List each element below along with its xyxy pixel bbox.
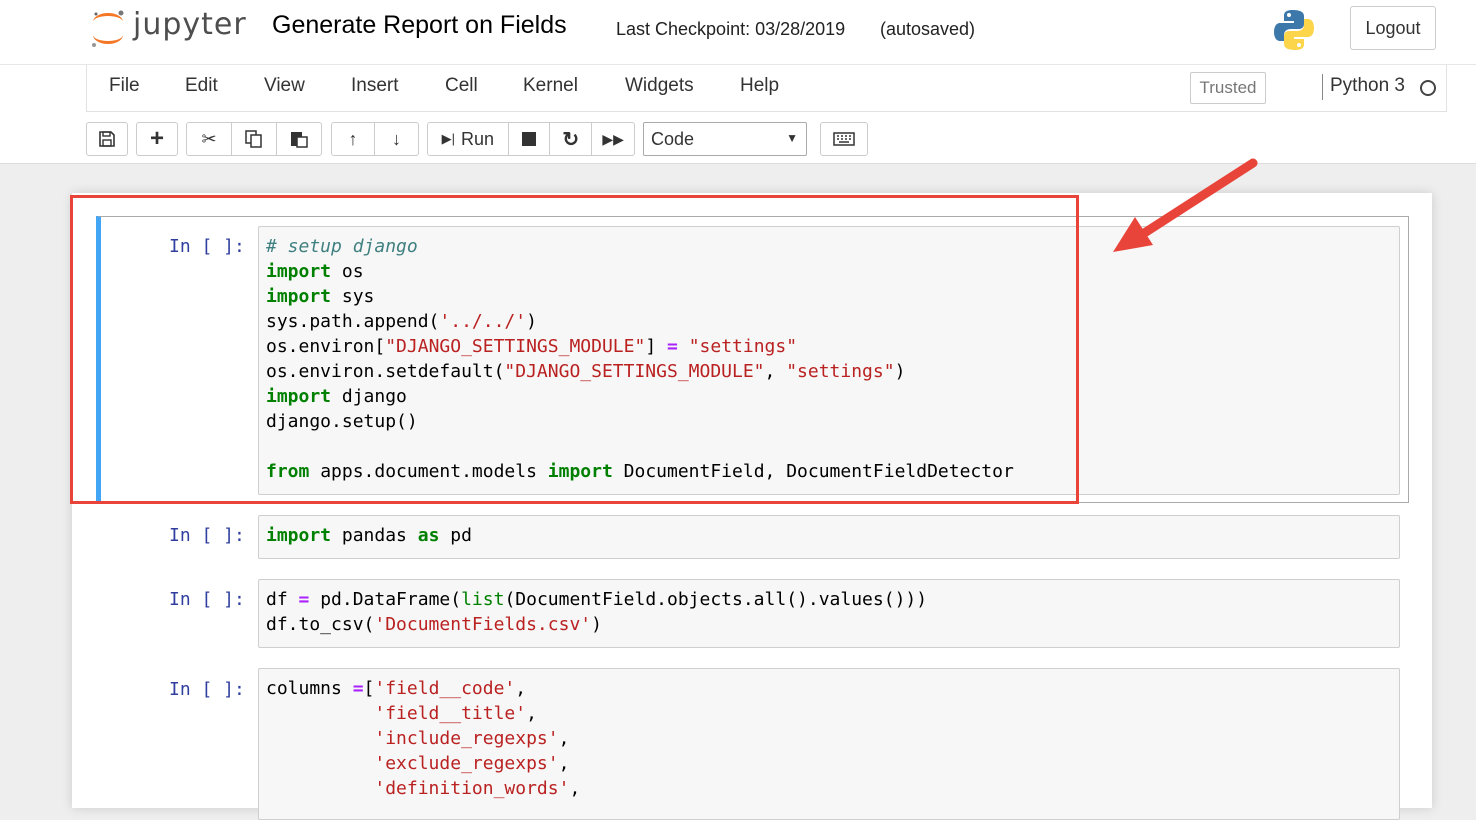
- copy-button[interactable]: [231, 123, 276, 155]
- menu-file[interactable]: File: [109, 75, 140, 97]
- cut-button[interactable]: ✂: [187, 123, 231, 155]
- code-input[interactable]: import pandas as pd: [258, 515, 1400, 559]
- interrupt-button[interactable]: [507, 123, 550, 155]
- trusted-badge[interactable]: Trusted: [1190, 72, 1266, 104]
- fast-forward-icon: ▶▶: [602, 130, 624, 147]
- menubar-container: File Edit View Insert Cell Kernel Widget…: [0, 65, 1476, 164]
- cell-prompt: In [ ]:: [169, 679, 245, 700]
- save-button[interactable]: [87, 123, 127, 155]
- logout-button[interactable]: Logout: [1350, 6, 1436, 50]
- floppy-icon: [99, 131, 115, 147]
- logo-text: jupyter: [133, 7, 247, 42]
- kernel-divider: [1322, 74, 1323, 100]
- cell-type-select[interactable]: Code ▼: [643, 122, 807, 156]
- paste-button[interactable]: [276, 123, 321, 155]
- toolbar-run-group: ▶| Run ↻ ▶▶: [427, 122, 635, 156]
- code-string: 'exclude_regexps': [374, 753, 559, 774]
- paste-icon: [291, 132, 308, 148]
- kernel-name[interactable]: Python 3: [1330, 75, 1405, 97]
- stop-icon: [522, 132, 536, 146]
- menu-edit[interactable]: Edit: [185, 75, 218, 97]
- code-string: 'DocumentFields.csv': [374, 614, 592, 635]
- refresh-icon: ↻: [562, 128, 580, 151]
- code-string: 'field__code': [374, 678, 516, 699]
- code-text: df = pd.DataFrame(list(DocumentField.obj…: [266, 589, 928, 635]
- menu-cell[interactable]: Cell: [445, 75, 478, 97]
- menu-view[interactable]: View: [264, 75, 305, 97]
- code-string: 'field__title': [374, 703, 527, 724]
- toolbar-save-group: [86, 122, 128, 156]
- code-input[interactable]: df = pd.DataFrame(list(DocumentField.obj…: [258, 579, 1400, 648]
- scissors-icon: ✂: [201, 128, 217, 149]
- keyboard-icon: [833, 132, 855, 146]
- code-input[interactable]: columns =['field__code', 'field__title',…: [258, 668, 1400, 820]
- menubar: File Edit View Insert Cell Kernel Widget…: [86, 65, 1447, 112]
- code-text: import pandas as pd: [266, 525, 472, 546]
- toolbar-edit-group: ✂: [186, 122, 322, 156]
- cell-prompt: In [ ]:: [169, 589, 245, 610]
- cell-type-value: Code: [651, 129, 695, 149]
- restart-button[interactable]: ↻: [549, 123, 591, 155]
- arrow-down-icon: ↓: [392, 128, 401, 149]
- step-forward-icon: ▶|: [441, 131, 455, 146]
- run-button[interactable]: ▶| Run: [428, 123, 508, 155]
- code-builtin: list: [461, 589, 505, 610]
- menu-help[interactable]: Help: [740, 75, 779, 97]
- code-text: columns =['field__code', 'field__title',…: [266, 678, 581, 799]
- header: jupyter Generate Report on Fields Last C…: [0, 0, 1476, 65]
- notebook-title[interactable]: Generate Report on Fields: [272, 11, 567, 40]
- chevron-down-icon: ▼: [786, 131, 798, 145]
- move-down-button[interactable]: ↓: [374, 123, 418, 155]
- code-keyword: import: [266, 525, 332, 546]
- move-up-button[interactable]: ↑: [332, 123, 374, 155]
- arrow-up-icon: ↑: [348, 128, 358, 149]
- menu-widgets[interactable]: Widgets: [625, 75, 694, 97]
- annotation-arrow-icon: [1113, 158, 1258, 252]
- command-palette-button[interactable]: [821, 123, 867, 155]
- toolbar-keyboard-group: [820, 122, 868, 156]
- kernel-idle-icon: [1420, 80, 1436, 96]
- cell-prompt: In [ ]:: [169, 525, 245, 546]
- run-label: Run: [460, 128, 494, 149]
- highlight-box: [70, 195, 1079, 504]
- menu-kernel[interactable]: Kernel: [523, 75, 578, 97]
- menu-insert[interactable]: Insert: [351, 75, 399, 97]
- toolbar-insert-group: +: [136, 122, 178, 156]
- code-string: 'include_regexps': [374, 728, 559, 749]
- code-keyword: as: [417, 525, 440, 546]
- insert-cell-button[interactable]: +: [137, 123, 177, 155]
- checkpoint-status: Last Checkpoint: 03/28/2019: [616, 19, 846, 39]
- copy-icon: [245, 130, 262, 148]
- code-string: 'definition_words': [374, 778, 570, 799]
- autosave-status: (autosaved): [880, 19, 976, 39]
- toolbar-move-group: ↑ ↓: [331, 122, 419, 156]
- python-logo-icon: [1274, 10, 1314, 50]
- restart-run-all-button[interactable]: ▶▶: [591, 123, 634, 155]
- plus-icon: +: [149, 125, 164, 152]
